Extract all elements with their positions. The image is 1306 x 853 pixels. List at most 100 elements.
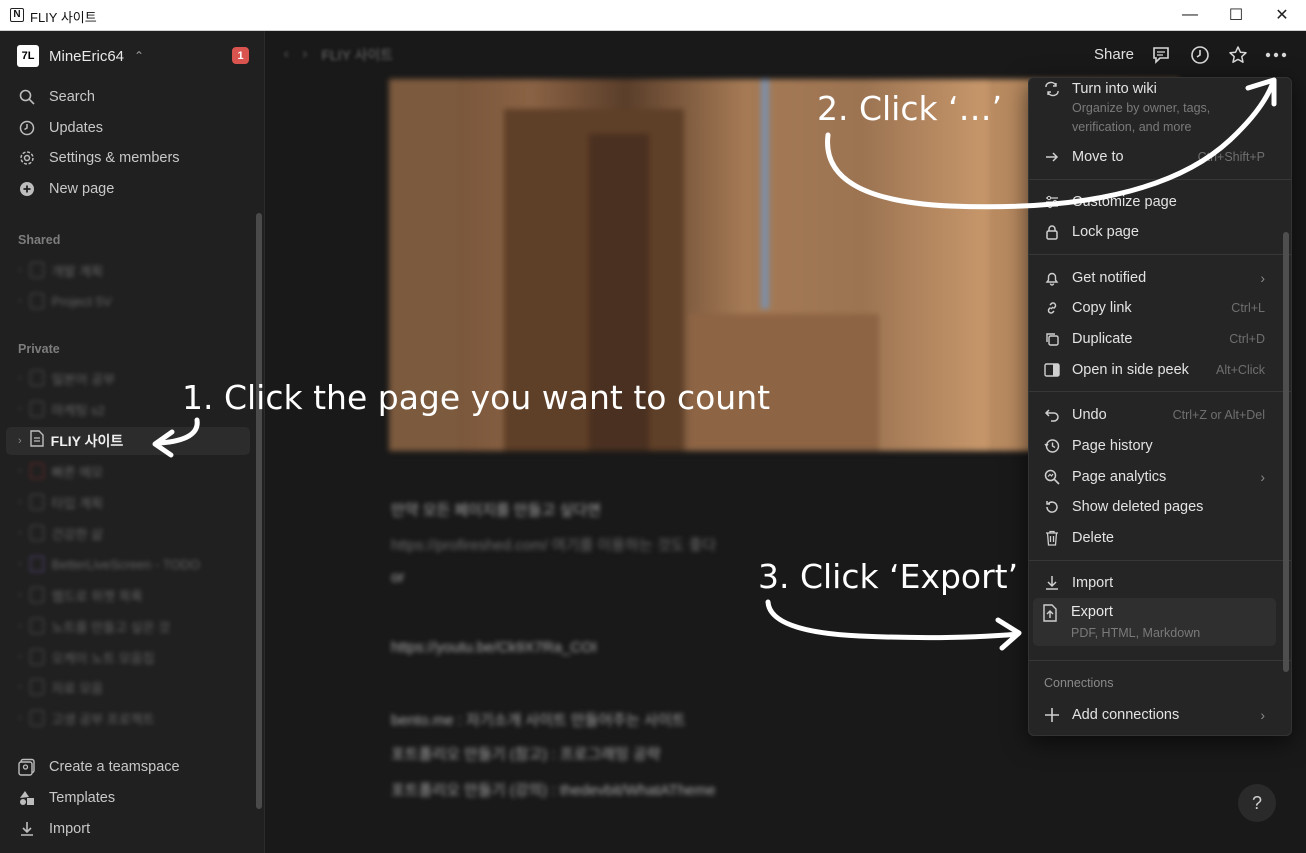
templates-button[interactable]: Templates xyxy=(18,786,115,810)
menu-divider xyxy=(1029,660,1291,661)
history-icon[interactable] xyxy=(1188,43,1212,67)
menu-item-copy-link[interactable]: Copy link Ctrl+L xyxy=(1029,293,1291,323)
menu-item-customize-page[interactable]: Customize page xyxy=(1029,187,1291,217)
wiki-icon xyxy=(1043,80,1061,98)
menu-item-get-notified[interactable]: Get notified › xyxy=(1029,263,1291,293)
chevron-updown-icon: ⌃ xyxy=(134,49,145,63)
side-peek-icon xyxy=(1043,361,1061,379)
menu-item-subtext: Organize by owner, tags, xyxy=(1072,101,1211,115)
more-options-icon[interactable] xyxy=(1264,43,1288,67)
sidebar-item-label: FLIY 사이트 xyxy=(50,433,124,449)
sidebar-item-settings[interactable]: Settings & members xyxy=(18,146,180,170)
sidebar-page-item[interactable]: › 타입 계획 xyxy=(18,491,103,513)
menu-item-turn-into-wiki[interactable]: Turn into wiki xyxy=(1029,74,1291,104)
sidebar-scrollbar[interactable] xyxy=(256,213,262,809)
content-link[interactable]: https://profireshed.com/ 여기를 이용하는 것도 좋다 xyxy=(391,534,716,555)
restore-icon xyxy=(1043,498,1061,516)
menu-item-delete[interactable]: Delete xyxy=(1029,523,1291,553)
sidebar-page-item[interactable]: › 노트를 만들고 싶은 것 xyxy=(18,615,170,637)
maximize-button[interactable]: ☐ xyxy=(1213,0,1259,30)
forward-arrow-icon[interactable]: › xyxy=(303,45,308,65)
import-icon xyxy=(1043,574,1061,592)
sidebar-page-item[interactable]: › BetterLiveScreen - TODO xyxy=(18,553,200,575)
menu-item-lock-page[interactable]: Lock page xyxy=(1029,217,1291,247)
sidebar-page-item[interactable]: › 고생 공부 프로젝트 xyxy=(18,707,155,729)
shared-section-label: Shared xyxy=(18,233,61,247)
undo-icon xyxy=(1043,406,1061,424)
sidebar-page-item[interactable]: › Project 5V xyxy=(18,290,112,312)
content-paragraph: bento.me : 자기소개 사이트 만들어주는 사이트 xyxy=(391,712,686,729)
shortcut-label: Ctrl+D xyxy=(1229,332,1265,346)
menu-item-move-to[interactable]: Move to Ctrl+Shift+P xyxy=(1029,142,1291,172)
close-icon: ✕ xyxy=(1275,7,1289,24)
content-paragraph: 포트폴리오 만들기 (참고) : 프로그래밍 공략 xyxy=(391,746,661,763)
sidebar-page-item[interactable]: › 개발 계획 xyxy=(18,259,103,281)
shortcut-label: Ctrl+Z or Alt+Del xyxy=(1172,408,1265,422)
minimize-icon: — xyxy=(1182,6,1198,23)
sidebar-item-label: Templates xyxy=(49,790,116,806)
chevron-right-icon: › xyxy=(1260,707,1265,723)
sidebar-item-updates[interactable]: Updates xyxy=(18,116,103,140)
annotation-step1: 1. Click the page you want to count xyxy=(182,378,771,417)
breadcrumb[interactable]: ‹ › FLIY 사이트 xyxy=(284,45,393,65)
sidebar-page-item[interactable]: › 마케팅 s2 xyxy=(18,398,105,420)
menu-item-add-connections[interactable]: Add connections › xyxy=(1029,700,1291,730)
templates-icon xyxy=(18,789,36,807)
create-teamspace-button[interactable]: Create a teamspace xyxy=(18,755,180,779)
star-icon[interactable] xyxy=(1226,43,1250,67)
export-icon xyxy=(1042,604,1058,627)
menu-item-undo[interactable]: Undo Ctrl+Z or Alt+Del xyxy=(1029,400,1291,430)
sidebar-page-item[interactable]: › 건강한 삶 xyxy=(18,522,103,544)
gear-icon xyxy=(18,149,36,167)
share-button[interactable]: Share xyxy=(1094,46,1134,63)
sidebar-page-item[interactable]: › 빠른 메모 xyxy=(18,460,103,482)
minimize-button[interactable]: — xyxy=(1167,0,1213,30)
notion-app-icon: N xyxy=(10,8,24,22)
sidebar-page-item[interactable]: › 웹드로 위젯 목록 xyxy=(18,584,143,606)
help-button[interactable]: ? xyxy=(1238,784,1276,822)
chevron-right-icon: › xyxy=(1260,469,1265,485)
comment-icon[interactable] xyxy=(1149,43,1173,67)
menu-item-page-analytics[interactable]: Page analytics › xyxy=(1029,462,1291,492)
notification-badge[interactable]: 1 xyxy=(232,47,249,64)
menu-divider xyxy=(1029,179,1291,180)
content-paragraph: 포트폴리오 만들기 (강의) : thedevbit/WhatATheme xyxy=(391,782,716,799)
link-icon xyxy=(1043,299,1061,317)
workspace-switcher[interactable]: 7L MineEric64 ⌃ xyxy=(17,45,144,67)
analytics-icon xyxy=(1043,468,1061,486)
sidebar-page-item[interactable]: › 일본어 공부 xyxy=(18,367,115,389)
menu-item-page-history[interactable]: Page history xyxy=(1029,431,1291,461)
sidebar-item-new-page[interactable]: New page xyxy=(18,177,114,201)
import-button[interactable]: Import xyxy=(18,817,90,841)
duplicate-icon xyxy=(1043,330,1061,348)
workspace-name: MineEric64 xyxy=(49,47,125,65)
menu-item-import[interactable]: Import xyxy=(1029,568,1291,598)
menu-item-show-deleted-pages[interactable]: Show deleted pages xyxy=(1029,492,1291,522)
teamspace-icon xyxy=(18,758,36,776)
chevron-right-icon: › xyxy=(1260,270,1265,286)
chevron-right-icon[interactable]: › xyxy=(18,435,22,447)
close-window-button[interactable]: ✕ xyxy=(1259,0,1305,30)
sidebar-page-item[interactable]: › 오케이 노트 모음집 xyxy=(18,646,155,668)
breadcrumb-page[interactable]: FLIY 사이트 xyxy=(321,45,393,65)
content-link[interactable]: https://youtu.be/Ck9X7Ra_COI xyxy=(391,639,597,656)
sidebar-item-search[interactable]: Search xyxy=(18,85,95,109)
menu-item-open-side-peek[interactable]: Open in side peek Alt+Click xyxy=(1029,355,1291,385)
shortcut-label: Ctrl+L xyxy=(1231,301,1265,315)
sidebar-item-label: New page xyxy=(49,181,115,197)
page-icon xyxy=(29,430,44,452)
private-section-label: Private xyxy=(18,342,60,356)
menu-divider xyxy=(1029,560,1291,561)
menu-item-export[interactable]: Export PDF, HTML, Markdown xyxy=(1033,598,1276,646)
menu-item-duplicate[interactable]: Duplicate Ctrl+D xyxy=(1029,324,1291,354)
sidebar-item-label: Updates xyxy=(49,120,104,136)
shortcut-label: Ctrl+Shift+P xyxy=(1197,150,1265,164)
sidebar-page-item[interactable]: › 자료 모음 xyxy=(18,676,103,698)
sidebar-item-label: Import xyxy=(49,821,91,837)
sidebar-item-fliy-active[interactable]: › FLIY 사이트 xyxy=(6,427,250,455)
menu-scrollbar[interactable] xyxy=(1283,232,1289,672)
sidebar-item-label: Create a teamspace xyxy=(49,759,180,775)
plus-circle-icon xyxy=(18,180,36,198)
maximize-icon: ☐ xyxy=(1228,7,1244,24)
back-arrow-icon[interactable]: ‹ xyxy=(284,45,289,65)
